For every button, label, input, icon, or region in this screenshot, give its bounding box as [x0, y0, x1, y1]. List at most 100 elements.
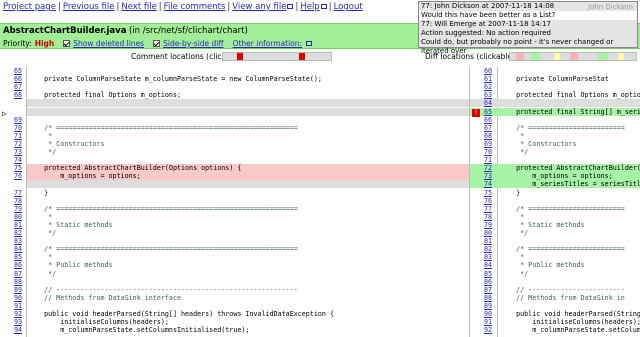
left-line-number[interactable]: 68 [8, 91, 22, 99]
comment-location-marker[interactable] [299, 53, 305, 60]
right-line-number[interactable]: 68 [478, 132, 492, 140]
comment-locations-bar[interactable] [222, 52, 332, 61]
diff-location-marker[interactable] [554, 53, 560, 60]
left-line-number[interactable]: 94 [8, 326, 22, 334]
right-line-number[interactable]: 73 [478, 172, 492, 180]
right-line-number[interactable]: 70 [478, 148, 492, 156]
right-line-number[interactable]: 90 [478, 310, 492, 318]
logout-link[interactable]: Logout [334, 2, 363, 12]
left-line-number[interactable]: 66 [8, 75, 22, 83]
left-line-number[interactable]: 73 [8, 148, 22, 156]
right-line-number[interactable]: 72 [478, 164, 492, 172]
right-line-number[interactable]: 83 [478, 253, 492, 261]
right-line-number[interactable]: 66 [478, 116, 492, 124]
diff-location-marker[interactable] [516, 53, 524, 60]
left-line-number[interactable]: 71 [8, 132, 22, 140]
right-line-number[interactable]: 89 [478, 302, 492, 310]
file-path: (in /src/net/sf/clichart/chart) [128, 26, 248, 36]
right-line-number[interactable]: 91 [478, 318, 492, 326]
diff-row: 82 */ 80 */ [0, 229, 640, 237]
show-deleted-link[interactable]: Show deleted lines [73, 39, 144, 48]
right-line-number[interactable]: 74 [478, 180, 492, 188]
left-line-number[interactable]: 85 [8, 253, 22, 261]
other-information-link[interactable]: Other information: [233, 39, 303, 48]
left-line-number[interactable]: 65 [8, 67, 22, 75]
diff-location-marker[interactable] [618, 53, 624, 60]
file-comments-link[interactable]: File comments [164, 2, 226, 12]
right-line-number[interactable]: 81 [478, 237, 492, 245]
left-line-number[interactable]: 76 [8, 172, 22, 180]
comment-action: Action suggested: No action required [421, 29, 551, 37]
right-line-number[interactable]: 86 [478, 278, 492, 286]
previous-file-link[interactable]: Previous file [63, 2, 115, 12]
comment-flag-icon[interactable]: ! [472, 109, 480, 117]
diff-location-marker[interactable] [570, 53, 578, 60]
left-line-number[interactable]: 83 [8, 237, 22, 245]
right-line-number[interactable]: 69 [478, 140, 492, 148]
right-line-number[interactable]: 87 [478, 286, 492, 294]
next-file-link[interactable]: Next file [121, 2, 156, 12]
diff-location-marker[interactable] [530, 53, 540, 60]
left-code-line: * Static methods [28, 220, 113, 229]
right-line-number[interactable]: 75 [478, 189, 492, 197]
right-line-number[interactable]: 62 [478, 83, 492, 91]
left-line-highlight [27, 99, 469, 108]
right-line-number[interactable]: 79 [478, 221, 492, 229]
left-line-number[interactable]: 77 [8, 189, 22, 197]
left-line-number[interactable]: 79 [8, 205, 22, 213]
right-line-number[interactable]: 61 [478, 75, 492, 83]
left-line-number[interactable]: 81 [8, 221, 22, 229]
right-line-number[interactable]: 78 [478, 213, 492, 221]
right-line-number[interactable]: 60 [478, 67, 492, 75]
left-line-number[interactable]: 72 [8, 140, 22, 148]
left-line-number[interactable]: 84 [8, 245, 22, 253]
view-any-file-link[interactable]: View any file [232, 2, 286, 12]
left-code-line: /* =====================================… [28, 204, 298, 213]
left-line-number[interactable]: 82 [8, 229, 22, 237]
right-line-number[interactable]: 67 [478, 124, 492, 132]
right-line-number[interactable]: 64 [478, 99, 492, 107]
left-line-number[interactable]: 75 [8, 164, 22, 172]
left-line-number[interactable]: 93 [8, 318, 22, 326]
left-line-number[interactable]: 74 [8, 156, 22, 164]
comment-location-marker[interactable] [237, 53, 243, 60]
left-line-number[interactable]: 89 [8, 286, 22, 294]
left-line-number[interactable]: 86 [8, 261, 22, 269]
left-line-number[interactable]: 92 [8, 310, 22, 318]
diff-row: 69 66 [0, 116, 640, 124]
right-line-number[interactable]: 65 [478, 108, 492, 116]
right-line-number[interactable]: 63 [478, 91, 492, 99]
right-code-line: /* ======================== [500, 245, 625, 254]
right-line-number[interactable]: 92 [478, 326, 492, 334]
left-line-number[interactable]: 69 [8, 116, 22, 124]
help-link[interactable]: Help [300, 2, 319, 12]
right-line-number[interactable]: 76 [478, 197, 492, 205]
right-line-number[interactable]: 85 [478, 270, 492, 278]
project-page-link[interactable]: Project page [3, 2, 56, 12]
side-by-side-checkbox[interactable] [153, 40, 161, 47]
left-line-number[interactable]: 87 [8, 270, 22, 278]
diff-locations-bar[interactable] [509, 52, 637, 61]
right-code-line: * Public methods [500, 261, 585, 270]
right-code-line: // Methods from DataSink in [500, 293, 625, 302]
left-line-number[interactable]: 78 [8, 197, 22, 205]
right-line-number[interactable]: 84 [478, 261, 492, 269]
diff-location-marker[interactable] [598, 53, 608, 60]
show-deleted-checkbox[interactable] [63, 40, 71, 47]
side-by-side-link[interactable]: Side-by-side diff [163, 39, 223, 48]
left-line-number[interactable]: 80 [8, 213, 22, 221]
diff-row: 87 */ 85 */ [0, 270, 640, 278]
right-line-number[interactable]: 71 [478, 156, 492, 164]
left-line-number[interactable]: 67 [8, 83, 22, 91]
right-line-number[interactable]: 77 [478, 205, 492, 213]
right-code-line: protected final Options m_options; [500, 91, 640, 100]
left-line-number[interactable]: 91 [8, 302, 22, 310]
left-line-number[interactable]: 90 [8, 294, 22, 302]
left-line-number[interactable]: 70 [8, 124, 22, 132]
diff-row: 66 private ColumnParseState m_columnPars… [0, 75, 640, 83]
right-line-number[interactable]: 88 [478, 294, 492, 302]
right-line-number[interactable]: 82 [478, 245, 492, 253]
right-line-number[interactable]: 80 [478, 229, 492, 237]
left-line-number[interactable]: 88 [8, 278, 22, 286]
diff-row: 74 71 [0, 156, 640, 164]
